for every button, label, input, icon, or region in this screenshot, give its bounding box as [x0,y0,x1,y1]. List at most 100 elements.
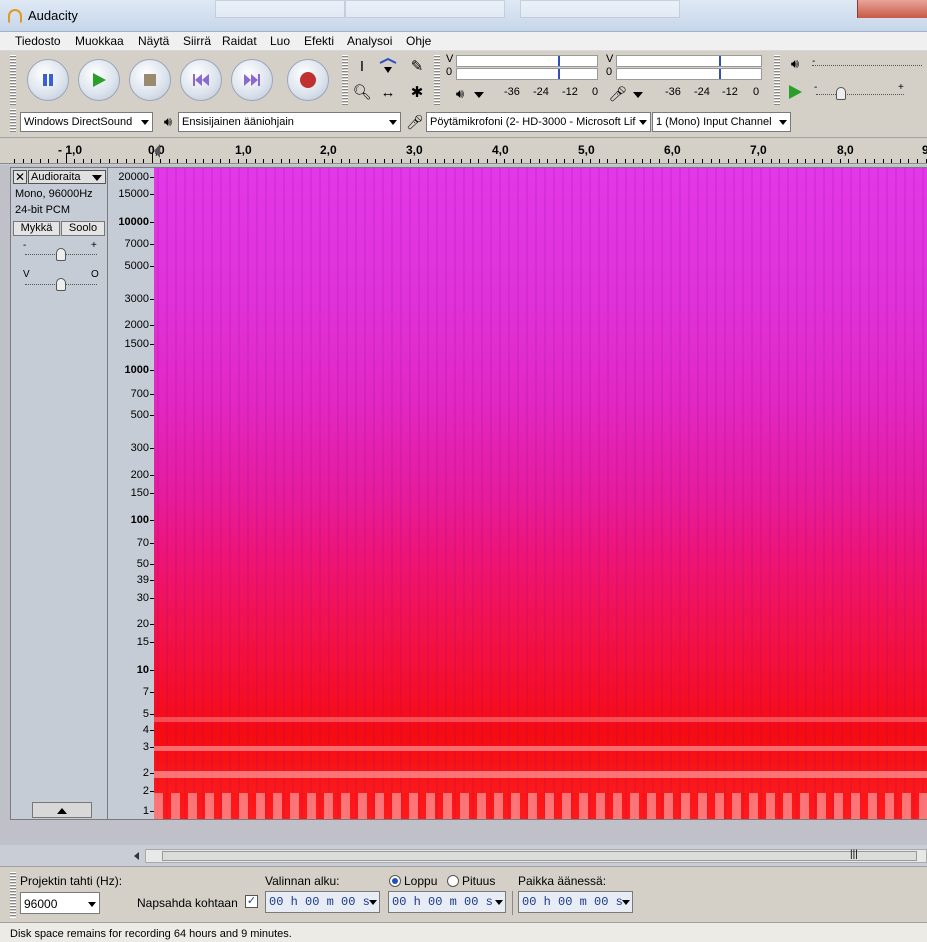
timeline-ruler[interactable]: - 1,0 0,0 1,0 2,0 3,0 4,0 5,0 6,0 7,0 8,0 9 [0,138,927,164]
menu-siirra[interactable]: Siirrä [183,34,211,48]
record-meter-dropdown-icon[interactable] [633,92,643,98]
menu-analysoi[interactable]: Analysoi [347,34,392,48]
toolbar-grip[interactable] [434,55,440,105]
ruler-label: 2,0 [320,143,337,157]
ruler-tick [298,159,299,163]
scroll-left-icon[interactable] [134,852,139,860]
collapse-track-button[interactable] [32,802,92,818]
pan-right-label: O [91,269,99,280]
snap-to-label: Napsahda kohtaan [137,896,238,910]
ruler-label: 9 [922,143,927,157]
length-radio[interactable] [447,875,459,887]
selection-tool-icon[interactable]: I [350,55,374,77]
ruler-tick [83,159,84,163]
skip-to-start-button[interactable] [180,59,222,101]
stop-button[interactable] [129,59,171,101]
window-close-button[interactable] [857,0,927,18]
selection-start-time[interactable]: 00 h 00 m 00 s [265,891,380,913]
project-rate-select[interactable]: 96000 [20,892,100,914]
spectrogram-band [154,771,927,778]
toolbar-area: I ✎ 🔍︎ ↔ ✱ V 0 V 0 🔊︎ -36 -24 -12 0 🎤︎ -… [0,51,927,138]
menu-ohje[interactable]: Ohje [406,34,431,48]
skip-to-end-button[interactable] [231,59,273,101]
ruler-tick [771,159,772,163]
ruler-tick [728,159,729,163]
ruler-tick [91,159,92,163]
zoom-tool-icon[interactable]: 🔍︎ [350,81,374,103]
snap-to-checkbox[interactable]: ✓ [245,895,258,908]
play-button[interactable] [78,59,120,101]
ruler-tick [66,153,67,163]
ruler-tick [418,159,419,163]
track-name: Audioraita [31,171,81,183]
toolbar-grip[interactable] [10,109,16,133]
ruler-tick [306,159,307,163]
spectrogram-view[interactable] [154,167,927,820]
input-device-icon: 🎤︎ [406,113,424,130]
record-button[interactable] [287,59,329,101]
end-radio[interactable] [389,875,401,887]
input-device-select[interactable]: Pöytämikrofoni (2- HD-3000 - Microsoft L… [426,112,651,132]
record-meter-right [616,68,762,80]
gain-thumb[interactable] [56,248,66,261]
play-speed-thumb[interactable] [836,87,846,100]
mute-button[interactable]: Mykkä [13,221,60,236]
multi-tool-icon[interactable]: ✱ [405,81,429,103]
ruler-tick [427,159,428,163]
ruler-tick [908,159,909,163]
draw-tool-icon[interactable]: ✎ [405,55,429,77]
horizontal-scrollbar[interactable]: ||| [134,849,927,863]
output-volume-slider[interactable] [812,65,922,66]
audacity-window: Audacity Tiedosto Muokkaa Näytä Siirrä R… [0,0,927,942]
ruler-tick [547,159,548,163]
frequency-label: 700 [130,388,149,400]
ruler-tick [238,159,239,163]
ruler-tick [40,159,41,163]
ruler-tick [263,159,264,163]
ruler-tick [74,159,75,163]
menu-tiedosto[interactable]: Tiedosto [15,34,61,48]
scrollbar-thumb[interactable]: ||| [162,849,917,861]
status-text: Disk space remains for recording 64 hour… [10,928,292,940]
play-speed-slider[interactable] [816,94,904,95]
ruler-tick [367,159,368,163]
audio-host-select[interactable]: Windows DirectSound [20,112,153,132]
menu-luo[interactable]: Luo [270,34,290,48]
output-device-select[interactable]: Ensisijainen ääniohjain [178,112,401,132]
speaker-meter-icon[interactable]: 🔊︎ [448,83,472,105]
track-close-icon[interactable]: ✕ [13,170,27,184]
ruler-tick [797,159,798,163]
toolbar-grip[interactable] [10,55,16,105]
skip-end-icon [244,74,260,86]
menu-nayta[interactable]: Näytä [138,34,169,48]
toolbar-grip[interactable] [10,872,16,918]
playhead-marker-icon[interactable] [154,144,160,158]
frequency-label: 4 [142,724,149,736]
selection-end-time[interactable]: 00 h 00 m 00 s [388,891,506,913]
menu-raidat[interactable]: Raidat [222,34,257,48]
toolbar-grip[interactable] [774,55,780,105]
ruler-tick [246,159,247,163]
ruler-tick [719,159,720,163]
timeshift-tool-icon[interactable]: ↔ [376,81,400,103]
input-channels-select[interactable]: 1 (Mono) Input Channel [652,112,791,132]
ruler-tick [100,159,101,163]
ruler-tick [573,159,574,163]
playback-meter-dropdown-icon[interactable] [474,92,484,98]
ruler-tick [186,159,187,163]
play-at-speed-button[interactable] [783,81,807,103]
playback-tick: 0 [592,86,599,98]
track-name-menu[interactable]: Audioraita [28,170,106,184]
solo-button[interactable]: Soolo [61,221,105,236]
envelope-tool-icon[interactable] [376,55,400,77]
audio-position-time[interactable]: 00 h 00 m 00 s [518,891,633,913]
pause-button[interactable] [27,59,69,101]
track-format: Mono, 96000Hz [15,188,93,200]
audio-position-label: Paikka äänessä: [518,874,607,888]
menu-muokkaa[interactable]: Muokkaa [75,34,124,48]
pan-thumb[interactable] [56,278,66,291]
microphone-meter-icon[interactable]: 🎤︎ [606,83,630,105]
menu-efekti[interactable]: Efekti [304,34,334,48]
ruler-label: 4,0 [492,143,509,157]
toolbar-grip[interactable] [342,55,348,105]
